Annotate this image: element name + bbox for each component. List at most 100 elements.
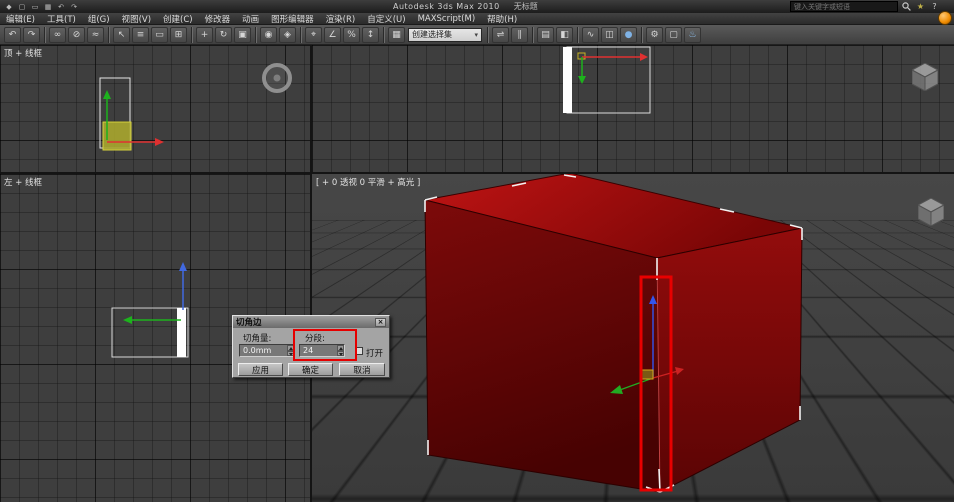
ok-button[interactable]: 确定 (288, 363, 333, 376)
toolbar-separator (487, 26, 488, 43)
gizmo-plane-handle[interactable] (640, 369, 654, 380)
menu-help[interactable]: 帮助(H) (481, 13, 523, 25)
toolbar-separator (300, 26, 301, 43)
menu-modifiers[interactable]: 修改器 (199, 13, 237, 25)
layer-manager-icon[interactable]: ▤ (537, 26, 554, 43)
segments-spinner[interactable] (337, 345, 344, 356)
select-move-icon[interactable]: + (196, 26, 213, 43)
material-editor-icon[interactable]: ● (620, 26, 637, 43)
toolbar-separator (44, 26, 45, 43)
named-selection-sets-combo[interactable]: 创建选择集 ▾ (408, 27, 482, 42)
render-setup-icon[interactable]: ⚙ (646, 26, 663, 43)
chamfer-amount-label: 切角量: (243, 334, 272, 344)
menu-views[interactable]: 视图(V) (116, 13, 157, 25)
document-title: 无标题 (513, 2, 538, 11)
help-icon[interactable]: ? (929, 1, 940, 12)
toolbar-separator (532, 26, 533, 43)
navigation-wheel-hub (273, 74, 281, 82)
graphite-ribbon-icon[interactable]: ◧ (556, 26, 573, 43)
rendered-frame-icon[interactable]: ▢ (665, 26, 682, 43)
chamfer-amount-spinner[interactable] (287, 345, 294, 356)
menu-graph-editors[interactable]: 图形编辑器 (265, 13, 320, 25)
selected-edge-front-view (563, 47, 572, 113)
title-group: Autodesk 3ds Max 2010 无标题 (393, 0, 538, 13)
menu-rendering[interactable]: 渲染(R) (320, 13, 362, 25)
dialog-titlebar[interactable]: 切角边 × (233, 316, 389, 328)
edit-named-sets-icon[interactable]: ▦ (388, 26, 405, 43)
infocenter-search-input[interactable] (790, 1, 898, 12)
viewcube[interactable] (912, 63, 938, 91)
open-checkbox[interactable] (355, 347, 363, 355)
undo-small-icon[interactable]: ↶ (55, 2, 67, 12)
viewcube[interactable] (918, 198, 944, 226)
gizmo-x-arrowhead (155, 138, 164, 146)
schematic-view-icon[interactable]: ◫ (601, 26, 618, 43)
app-icon[interactable]: ◆ (3, 2, 15, 12)
toolbar-separator (255, 26, 256, 43)
curve-editor-icon[interactable]: ∿ (582, 26, 599, 43)
main-toolbar: ↶ ↷ ∞ ⊘ ≈ ↖ ≡ ▭ ⊞ + ↻ ▣ ◉ ◈ ⌖ ∠% ↕ ▦ 创建选择集 ▾ ⇌ ∥ ▤ ◧ ∿ ◫ ● ⚙ ▢ ♨ (0, 25, 954, 45)
viewport-perspective[interactable]: [ + 0 透视 0 平滑 + 高光 ] (312, 174, 954, 502)
menu-maxscript[interactable]: MAXScript(M) (412, 14, 482, 24)
3dsmax-window: ◆▢▭▦↶↷ Autodesk 3ds Max 2010 无标题 ★ ? 编辑(… (0, 0, 954, 502)
cancel-button[interactable]: 取消 (339, 363, 385, 376)
menu-animation[interactable]: 动画 (236, 13, 265, 25)
menu-tools[interactable]: 工具(T) (41, 13, 82, 25)
titlebar: ◆▢▭▦↶↷ Autodesk 3ds Max 2010 无标题 ★ ? (0, 0, 954, 13)
use-pivot-icon[interactable]: ◉ (260, 26, 277, 43)
redo-icon[interactable]: ↷ (23, 26, 40, 43)
selection-outline-left-view (111, 307, 189, 358)
viewport-perspective-label[interactable]: [ + 0 透视 0 平滑 + 高光 ] (316, 176, 420, 188)
select-rotate-icon[interactable]: ↻ (215, 26, 232, 43)
close-icon[interactable]: × (375, 317, 386, 327)
snap-toggle-icon[interactable]: ⌖ (305, 26, 322, 43)
viewport-top[interactable]: 顶 + 线框 (0, 45, 310, 172)
gizmo-x-arrowhead (640, 53, 648, 61)
undo-icon[interactable]: ↶ (4, 26, 21, 43)
percent-snap-icon[interactable]: % (343, 26, 360, 43)
gizmo-y-arrowhead (103, 90, 111, 99)
gizmo-y-arrowhead (123, 316, 132, 324)
spinner-down-icon[interactable] (337, 350, 344, 356)
menu-group[interactable]: 组(G) (82, 13, 116, 25)
viewport-front[interactable] (312, 45, 954, 172)
apply-button[interactable]: 应用 (238, 363, 283, 376)
segments-field[interactable]: 24 (299, 344, 345, 357)
bind-spacewarp-icon[interactable]: ≈ (87, 26, 104, 43)
viewport-left-label[interactable]: 左 + 线框 (4, 176, 42, 188)
toolbar-separator (108, 26, 109, 43)
mirror-icon[interactable]: ⇌ (492, 26, 509, 43)
gizmo-z-arrowhead (179, 262, 187, 271)
box-right-face[interactable] (656, 227, 803, 493)
chevron-down-icon: ▾ (474, 30, 478, 39)
menu-customize[interactable]: 自定义(U) (361, 13, 411, 25)
favorites-star-icon[interactable]: ★ (915, 1, 926, 12)
render-production-icon[interactable]: ♨ (684, 26, 701, 43)
window-crossing-icon[interactable]: ⊞ (170, 26, 187, 43)
align-icon[interactable]: ∥ (511, 26, 528, 43)
toolbar-separator (383, 26, 384, 43)
chamfer-amount-value: 0.0mm (243, 346, 272, 355)
new-scene-icon[interactable]: ▢ (16, 2, 28, 12)
angle-snap-icon[interactable]: ∠ (324, 26, 341, 43)
select-object-icon[interactable]: ↖ (113, 26, 130, 43)
select-manipulate-icon[interactable]: ◈ (279, 26, 296, 43)
viewport-top-label[interactable]: 顶 + 线框 (4, 47, 42, 59)
chamfer-amount-field[interactable]: 0.0mm (239, 344, 295, 357)
select-scale-icon[interactable]: ▣ (234, 26, 251, 43)
redo-small-icon[interactable]: ↷ (68, 2, 80, 12)
spinner-down-icon[interactable] (287, 350, 294, 356)
open-file-icon[interactable]: ▭ (29, 2, 41, 12)
spinner-snap-icon[interactable]: ↕ (362, 26, 379, 43)
select-by-name-icon[interactable]: ≡ (132, 26, 149, 43)
rect-region-icon[interactable]: ▭ (151, 26, 168, 43)
infocenter-orb-icon[interactable] (938, 11, 952, 25)
infocenter: ★ ? (790, 1, 940, 12)
select-link-icon[interactable]: ∞ (49, 26, 66, 43)
save-file-icon[interactable]: ▦ (42, 2, 54, 12)
menu-edit[interactable]: 编辑(E) (0, 13, 41, 25)
search-icon[interactable] (901, 1, 912, 12)
menu-create[interactable]: 创建(C) (157, 13, 199, 25)
unlink-icon[interactable]: ⊘ (68, 26, 85, 43)
toolbar-separator (577, 26, 578, 43)
